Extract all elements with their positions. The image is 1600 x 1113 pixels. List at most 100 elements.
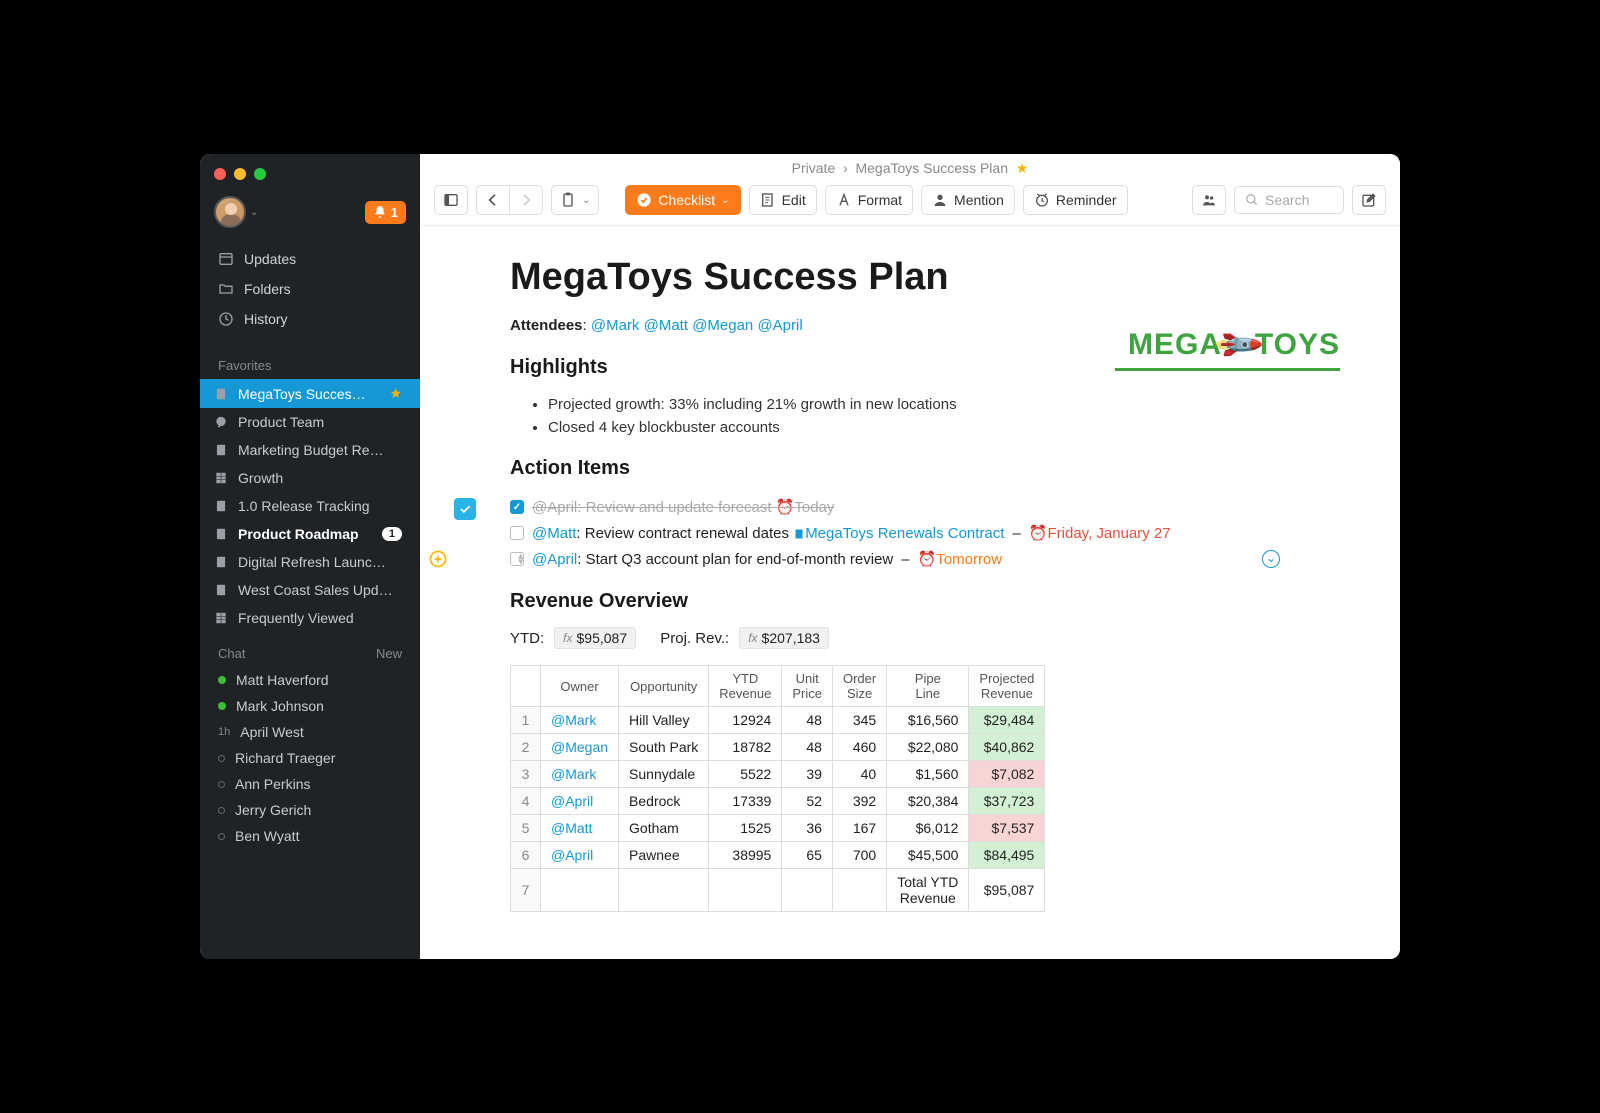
mention[interactable]: @April	[541, 842, 619, 869]
due-date[interactable]: ⏰Friday, January 27	[1029, 524, 1171, 542]
due-date[interactable]: ⏰Tomorrow	[918, 550, 1003, 568]
column-header[interactable]: ProjectedRevenue	[969, 666, 1045, 707]
mention[interactable]: @April	[541, 788, 619, 815]
sidebar-item[interactable]: West Coast Sales Upd…	[200, 576, 420, 604]
table-row[interactable]: 4@AprilBedrock1733952392$20,384$37,723	[511, 788, 1045, 815]
back-button[interactable]	[476, 185, 510, 215]
mention[interactable]: @Matt	[532, 525, 576, 542]
chat-item[interactable]: Matt Haverford	[200, 667, 420, 693]
mention[interactable]: @Matt	[644, 317, 688, 334]
mention[interactable]: @Mark	[541, 707, 619, 734]
revenue-summary: YTD: fx$95,087 Proj. Rev.: fx$207,183	[510, 627, 1310, 649]
checkbox[interactable]	[510, 526, 524, 540]
forward-button[interactable]	[509, 185, 543, 215]
chat-item[interactable]: 1hApril West	[200, 719, 420, 745]
sidebar-item[interactable]: Growth	[200, 464, 420, 492]
people-icon	[1201, 192, 1217, 208]
megatoys-logo: MEGA🚀TOYS	[1128, 326, 1340, 364]
chat-item[interactable]: Ben Wyatt	[200, 823, 420, 849]
sidebar-item[interactable]: Marketing Budget Re…	[200, 436, 420, 464]
chevron-down-icon: ⌄	[250, 207, 258, 218]
breadcrumb-parent[interactable]: Private	[792, 160, 836, 176]
close-icon[interactable]	[214, 168, 226, 180]
sidebar-item[interactable]: Digital Refresh Launc…	[200, 548, 420, 576]
clipboard-icon	[560, 192, 576, 208]
column-header[interactable]: Opportunity	[619, 666, 709, 707]
column-header[interactable]: UnitPrice	[782, 666, 833, 707]
sidebar-item[interactable]: MegaToys Succes…★	[200, 379, 420, 408]
mention[interactable]: @April	[532, 551, 577, 568]
mention[interactable]: @April	[757, 317, 802, 334]
new-chat-button[interactable]: New	[376, 646, 402, 661]
chat-item[interactable]: Ann Perkins	[200, 771, 420, 797]
toggle-sidebar-button[interactable]	[434, 185, 468, 215]
sidebar-item[interactable]: 1.0 Release Tracking	[200, 492, 420, 520]
search-icon	[1245, 193, 1259, 207]
chat-item[interactable]: Mark Johnson	[200, 693, 420, 719]
chat-item[interactable]: Jerry Gerich	[200, 797, 420, 823]
breadcrumb-title: MegaToys Success Plan	[855, 160, 1008, 176]
clipboard-button[interactable]: ⌄	[551, 185, 599, 215]
table-row[interactable]: 3@MarkSunnydale55223940$1,560$7,082	[511, 761, 1045, 788]
panel-icon	[443, 192, 459, 208]
sidebar-nav-folders[interactable]: Folders	[200, 274, 420, 304]
column-header[interactable]: OrderSize	[832, 666, 886, 707]
maximize-icon[interactable]	[254, 168, 266, 180]
avatar	[214, 196, 246, 228]
status-offline-icon	[218, 781, 225, 788]
sidebar-item[interactable]: Product Roadmap1	[200, 520, 420, 548]
column-header[interactable]	[511, 666, 541, 707]
edit-button[interactable]: Edit	[749, 185, 817, 215]
compose-button[interactable]	[1352, 185, 1386, 215]
profile-menu[interactable]: ⌄	[214, 196, 258, 228]
chat-item[interactable]: Richard Traeger	[200, 745, 420, 771]
mention[interactable]: @Megan	[692, 317, 753, 334]
checklist-toggle[interactable]	[454, 498, 476, 520]
sidebar-nav-updates[interactable]: Updates	[200, 244, 420, 274]
document-body[interactable]: MegaToys Success Plan Attendees: @Mark @…	[420, 226, 1400, 959]
format-button[interactable]: Format	[825, 185, 913, 215]
action-item[interactable]: @April: Review and update forecast ⏰Toda…	[510, 494, 1310, 520]
sidebar-item[interactable]: Frequently Viewed	[200, 604, 420, 632]
search-input[interactable]: Search	[1234, 186, 1344, 214]
action-item[interactable]: @Matt: Review contract renewal dates Meg…	[510, 520, 1310, 546]
column-header[interactable]: PipeLine	[887, 666, 969, 707]
mention[interactable]: @Mark	[541, 761, 619, 788]
column-header[interactable]: Owner	[541, 666, 619, 707]
add-comment-icon[interactable]	[428, 549, 448, 569]
favorites-heading: Favorites	[218, 358, 271, 373]
status-time: 1h	[218, 726, 230, 738]
notifications-button[interactable]: 1	[365, 201, 406, 224]
toolbar: ⌄ Checklist⌄ Edit Format Mention Reminde…	[420, 181, 1400, 226]
expand-icon[interactable]	[1262, 550, 1280, 568]
share-button[interactable]	[1192, 185, 1226, 215]
minimize-icon[interactable]	[234, 168, 246, 180]
status-offline-icon	[218, 807, 225, 814]
table-row[interactable]: 2@MeganSouth Park1878248460$22,080$40,86…	[511, 734, 1045, 761]
sidebar-nav-history[interactable]: History	[200, 304, 420, 334]
reminder-button[interactable]: Reminder	[1023, 185, 1128, 215]
table-row[interactable]: 1@MarkHill Valley1292448345$16,560$29,48…	[511, 707, 1045, 734]
revenue-table[interactable]: OwnerOpportunityYTDRevenueUnitPriceOrder…	[510, 665, 1045, 912]
status-online-icon	[218, 702, 226, 710]
checklist-button[interactable]: Checklist⌄	[625, 185, 740, 215]
sidebar-item[interactable]: Product Team	[200, 408, 420, 436]
table-row[interactable]: 5@MattGotham152536167$6,012$7,537	[511, 815, 1045, 842]
proj-chip[interactable]: fx$207,183	[739, 627, 829, 649]
check-circle-icon	[636, 192, 652, 208]
mention-button[interactable]: Mention	[921, 185, 1015, 215]
format-icon	[836, 192, 852, 208]
mention[interactable]: @Megan	[541, 734, 619, 761]
drag-handle-icon[interactable]: ▴▾	[518, 553, 524, 565]
action-item[interactable]: ▴▾@April: Start Q3 account plan for end-…	[510, 546, 1310, 572]
mention[interactable]: @Mark	[591, 317, 640, 334]
ytd-chip[interactable]: fx$95,087	[554, 627, 636, 649]
mention[interactable]: @Matt	[541, 815, 619, 842]
column-header[interactable]: YTDRevenue	[709, 666, 782, 707]
document-link[interactable]: MegaToys Renewals Contract	[805, 525, 1004, 542]
table-row[interactable]: 6@AprilPawnee3899565700$45,500$84,495	[511, 842, 1045, 869]
star-icon[interactable]: ★	[1012, 160, 1028, 176]
compose-icon	[1361, 192, 1377, 208]
list-item: Projected growth: 33% including 21% grow…	[548, 393, 1310, 416]
checkbox[interactable]	[510, 500, 524, 514]
